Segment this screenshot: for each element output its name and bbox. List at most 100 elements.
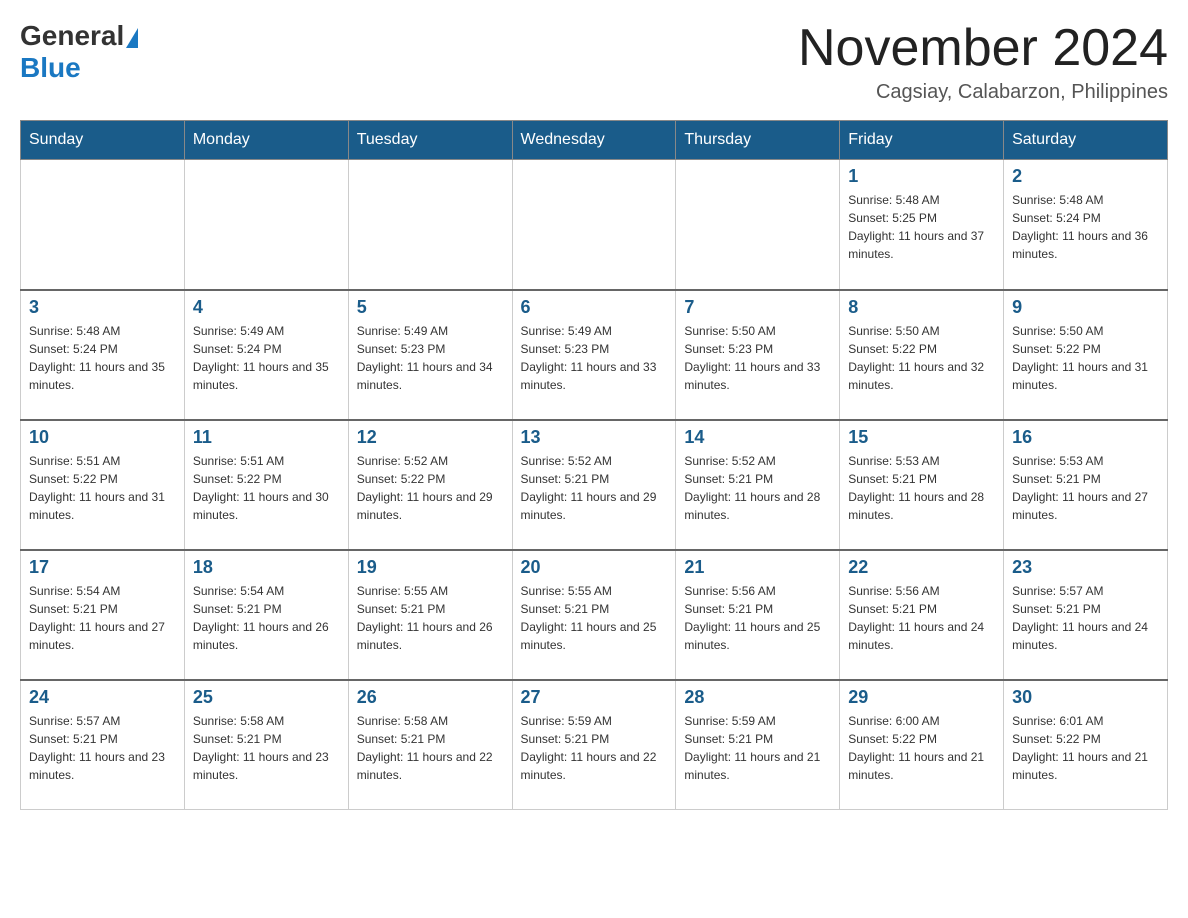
- day-number: 24: [29, 687, 176, 708]
- logo: General Blue: [20, 20, 140, 84]
- calendar-cell: 9 Sunrise: 5:50 AM Sunset: 5:22 PM Daylig…: [1004, 290, 1168, 420]
- logo-blue-text: Blue: [20, 52, 81, 84]
- calendar-cell: 12 Sunrise: 5:52 AM Sunset: 5:22 PM Dayli…: [348, 420, 512, 550]
- logo-general-text: General: [20, 20, 124, 52]
- day-number: 22: [848, 557, 995, 578]
- day-info: Sunrise: 6:00 AM Sunset: 5:22 PM Dayligh…: [848, 712, 995, 784]
- calendar-cell: 20 Sunrise: 5:55 AM Sunset: 5:21 PM Dayli…: [512, 550, 676, 680]
- day-number: 8: [848, 297, 995, 318]
- calendar-cell: 7Sunrise: 5:50 AM Sunset: 5:23 PM Daylig…: [676, 290, 840, 420]
- day-info: Sunrise: 5:49 AM Sunset: 5:24 PM Dayligh…: [193, 322, 340, 394]
- col-header-thursday: Thursday: [676, 121, 840, 160]
- day-info: Sunrise: 6:01 AM Sunset: 5:22 PM Dayligh…: [1012, 712, 1159, 784]
- col-header-friday: Friday: [840, 121, 1004, 160]
- day-info: Sunrise: 5:51 AM Sunset: 5:22 PM Dayligh…: [193, 452, 340, 524]
- day-number: 4: [193, 297, 340, 318]
- calendar-cell: [184, 160, 348, 290]
- col-header-sunday: Sunday: [21, 121, 185, 160]
- calendar-header-row: SundayMondayTuesdayWednesdayThursdayFrid…: [21, 121, 1168, 160]
- day-number: 13: [521, 427, 668, 448]
- day-info: Sunrise: 5:50 AM Sunset: 5:22 PM Dayligh…: [848, 322, 995, 394]
- day-info: Sunrise: 5:53 AM Sunset: 5:21 PM Dayligh…: [1012, 452, 1159, 524]
- calendar-cell: 3 Sunrise: 5:48 AM Sunset: 5:24 PM Daylig…: [21, 290, 185, 420]
- calendar-cell: 1Sunrise: 5:48 AM Sunset: 5:25 PM Daylig…: [840, 160, 1004, 290]
- calendar-week-1: 1Sunrise: 5:48 AM Sunset: 5:25 PM Daylig…: [21, 160, 1168, 290]
- page-header: General Blue November 2024 Cagsiay, Cala…: [20, 20, 1168, 104]
- calendar-week-5: 24 Sunrise: 5:57 AM Sunset: 5:21 PM Dayli…: [21, 680, 1168, 810]
- day-number: 28: [684, 687, 831, 708]
- day-number: 11: [193, 427, 340, 448]
- day-info: Sunrise: 5:49 AM Sunset: 5:23 PM Dayligh…: [521, 322, 668, 394]
- calendar-cell: [512, 160, 676, 290]
- day-info: Sunrise: 5:54 AM Sunset: 5:21 PM Dayligh…: [193, 582, 340, 654]
- day-info: Sunrise: 5:55 AM Sunset: 5:21 PM Dayligh…: [357, 582, 504, 654]
- day-info: Sunrise: 5:50 AM Sunset: 5:22 PM Dayligh…: [1012, 322, 1159, 394]
- calendar-cell: 15 Sunrise: 5:53 AM Sunset: 5:21 PM Dayli…: [840, 420, 1004, 550]
- col-header-monday: Monday: [184, 121, 348, 160]
- calendar-cell: 16 Sunrise: 5:53 AM Sunset: 5:21 PM Dayli…: [1004, 420, 1168, 550]
- calendar-week-3: 10 Sunrise: 5:51 AM Sunset: 5:22 PM Dayli…: [21, 420, 1168, 550]
- day-number: 3: [29, 297, 176, 318]
- day-info: Sunrise: 5:58 AM Sunset: 5:21 PM Dayligh…: [193, 712, 340, 784]
- calendar-cell: [348, 160, 512, 290]
- calendar-cell: 24 Sunrise: 5:57 AM Sunset: 5:21 PM Dayli…: [21, 680, 185, 810]
- day-info: Sunrise: 5:48 AM Sunset: 5:24 PM Dayligh…: [29, 322, 176, 394]
- day-info: Sunrise: 5:57 AM Sunset: 5:21 PM Dayligh…: [1012, 582, 1159, 654]
- calendar-cell: 6 Sunrise: 5:49 AM Sunset: 5:23 PM Daylig…: [512, 290, 676, 420]
- day-info: Sunrise: 5:57 AM Sunset: 5:21 PM Dayligh…: [29, 712, 176, 784]
- day-info: Sunrise: 5:55 AM Sunset: 5:21 PM Dayligh…: [521, 582, 668, 654]
- day-info: Sunrise: 5:58 AM Sunset: 5:21 PM Dayligh…: [357, 712, 504, 784]
- day-info: Sunrise: 5:49 AM Sunset: 5:23 PM Dayligh…: [357, 322, 504, 394]
- day-info: Sunrise: 5:54 AM Sunset: 5:21 PM Dayligh…: [29, 582, 176, 654]
- day-info: Sunrise: 5:52 AM Sunset: 5:22 PM Dayligh…: [357, 452, 504, 524]
- day-number: 21: [684, 557, 831, 578]
- calendar-cell: [21, 160, 185, 290]
- day-number: 5: [357, 297, 504, 318]
- calendar-week-4: 17 Sunrise: 5:54 AM Sunset: 5:21 PM Dayli…: [21, 550, 1168, 680]
- day-info: Sunrise: 5:52 AM Sunset: 5:21 PM Dayligh…: [684, 452, 831, 524]
- day-number: 2: [1012, 166, 1159, 187]
- calendar-cell: 13 Sunrise: 5:52 AM Sunset: 5:21 PM Dayli…: [512, 420, 676, 550]
- day-number: 30: [1012, 687, 1159, 708]
- day-number: 17: [29, 557, 176, 578]
- location-subtitle: Cagsiay, Calabarzon, Philippines: [798, 81, 1168, 104]
- day-number: 16: [1012, 427, 1159, 448]
- day-number: 27: [521, 687, 668, 708]
- calendar-cell: 28 Sunrise: 5:59 AM Sunset: 5:21 PM Dayli…: [676, 680, 840, 810]
- calendar-cell: 11 Sunrise: 5:51 AM Sunset: 5:22 PM Dayli…: [184, 420, 348, 550]
- day-number: 14: [684, 427, 831, 448]
- calendar-cell: 30 Sunrise: 6:01 AM Sunset: 5:22 PM Dayli…: [1004, 680, 1168, 810]
- day-info: Sunrise: 5:52 AM Sunset: 5:21 PM Dayligh…: [521, 452, 668, 524]
- calendar-cell: 8 Sunrise: 5:50 AM Sunset: 5:22 PM Daylig…: [840, 290, 1004, 420]
- day-number: 6: [521, 297, 668, 318]
- calendar-cell: 29 Sunrise: 6:00 AM Sunset: 5:22 PM Dayli…: [840, 680, 1004, 810]
- day-info: Sunrise: 5:51 AM Sunset: 5:22 PM Dayligh…: [29, 452, 176, 524]
- col-header-saturday: Saturday: [1004, 121, 1168, 160]
- day-info: Sunrise: 5:56 AM Sunset: 5:21 PM Dayligh…: [684, 582, 831, 654]
- day-number: 20: [521, 557, 668, 578]
- calendar-cell: 26 Sunrise: 5:58 AM Sunset: 5:21 PM Dayli…: [348, 680, 512, 810]
- day-number: 15: [848, 427, 995, 448]
- col-header-tuesday: Tuesday: [348, 121, 512, 160]
- calendar-table: SundayMondayTuesdayWednesdayThursdayFrid…: [20, 120, 1168, 810]
- logo-triangle-icon: [126, 28, 138, 48]
- col-header-wednesday: Wednesday: [512, 121, 676, 160]
- calendar-cell: 4 Sunrise: 5:49 AM Sunset: 5:24 PM Daylig…: [184, 290, 348, 420]
- day-info: Sunrise: 5:59 AM Sunset: 5:21 PM Dayligh…: [684, 712, 831, 784]
- day-number: 9: [1012, 297, 1159, 318]
- day-number: 18: [193, 557, 340, 578]
- calendar-cell: 2 Sunrise: 5:48 AM Sunset: 5:24 PM Daylig…: [1004, 160, 1168, 290]
- calendar-week-2: 3 Sunrise: 5:48 AM Sunset: 5:24 PM Daylig…: [21, 290, 1168, 420]
- day-number: 29: [848, 687, 995, 708]
- calendar-cell: 5 Sunrise: 5:49 AM Sunset: 5:23 PM Daylig…: [348, 290, 512, 420]
- day-number: 25: [193, 687, 340, 708]
- day-number: 10: [29, 427, 176, 448]
- day-number: 12: [357, 427, 504, 448]
- month-title: November 2024: [798, 20, 1168, 77]
- day-number: 23: [1012, 557, 1159, 578]
- calendar-cell: 25 Sunrise: 5:58 AM Sunset: 5:21 PM Dayli…: [184, 680, 348, 810]
- calendar-cell: 23 Sunrise: 5:57 AM Sunset: 5:21 PM Dayli…: [1004, 550, 1168, 680]
- day-info: Sunrise: 5:48 AM Sunset: 5:24 PM Dayligh…: [1012, 191, 1159, 263]
- day-number: 26: [357, 687, 504, 708]
- day-info: Sunrise: 5:53 AM Sunset: 5:21 PM Dayligh…: [848, 452, 995, 524]
